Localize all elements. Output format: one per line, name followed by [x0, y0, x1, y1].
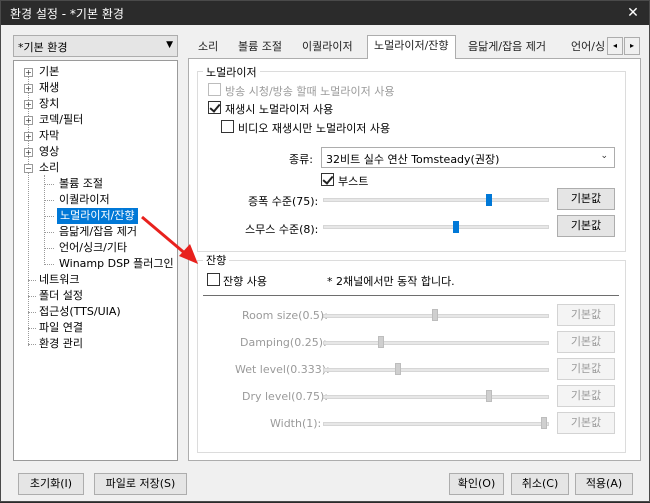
smooth-level-label: 스무스 수준(8): [245, 223, 319, 236]
title-bar: 환경 설정 - *기본 환경 ✕ [1, 1, 649, 25]
width-thumb[interactable] [541, 417, 547, 429]
reverb-use-label: 잔향 사용 [223, 275, 267, 288]
reset-button[interactable]: 초기화(I) [18, 473, 84, 495]
amp-default-button[interactable]: 기본값 [557, 188, 615, 210]
smooth-level-slider[interactable] [323, 225, 549, 229]
close-icon[interactable]: ✕ [623, 3, 643, 23]
amp-level-thumb[interactable] [486, 194, 492, 206]
tab-normalizer[interactable]: 노멀라이저/잔향 [367, 35, 456, 59]
tree-guide-line [28, 72, 29, 346]
broadcast-normalizer-label: 방송 시청/방송 할때 노멀라이저 사용 [225, 85, 395, 98]
expand-icon[interactable]: + [24, 148, 33, 157]
reverb-checkbox[interactable] [207, 273, 220, 286]
reverb-group-title: 잔향 [203, 252, 230, 268]
profile-dropdown[interactable]: *기본 환경 ▼ [13, 35, 178, 57]
boost-checkbox[interactable] [321, 173, 334, 186]
width-default-button[interactable]: 기본값 [557, 412, 615, 434]
tab-strip: 소리 볼륨 조절 이퀄라이저 노멀라이저/잔향 음닮게/잡음 제거 언어/싱 ◂… [188, 35, 641, 59]
room-size-thumb[interactable] [432, 309, 438, 321]
expand-icon[interactable]: + [24, 132, 33, 141]
profile-dropdown-value: *기본 환경 [18, 41, 68, 54]
save-to-file-button[interactable]: 파일로 저장(S) [94, 473, 187, 495]
dry-level-label: Dry level(0.75): [242, 390, 328, 403]
expand-icon[interactable]: + [24, 116, 33, 125]
expand-icon[interactable]: + [24, 84, 33, 93]
tab-equalizer[interactable]: 이퀄라이저 [296, 37, 359, 58]
play-normalizer-label: 재생시 노멀라이저 사용 [225, 103, 334, 116]
tab-scroll-left-icon[interactable]: ◂ [607, 37, 623, 55]
tab-panel: 노멀라이저 방송 시청/방송 할때 노멀라이저 사용 재생시 노멀라이저 사용 … [188, 58, 641, 461]
tab-sound[interactable]: 소리 [192, 37, 224, 58]
normalizer-type-dropdown[interactable]: 32비트 실수 연산 Tomsteady(권장) ⌄ [321, 147, 615, 168]
width-label: Width(1): [270, 417, 322, 430]
cancel-button[interactable]: 취소(C) [511, 473, 569, 495]
width-slider[interactable] [323, 422, 549, 426]
wet-level-slider[interactable] [323, 368, 549, 372]
damping-default-button[interactable]: 기본값 [557, 331, 615, 353]
normalizer-group-title: 노멀라이저 [203, 64, 260, 80]
reverb-note: * 2채널에서만 동작 합니다. [327, 275, 455, 288]
tree-guide-line [44, 175, 45, 263]
window-title: 환경 설정 - *기본 환경 [10, 7, 124, 21]
damping-label: Damping(0.25): [240, 336, 327, 349]
wet-level-default-button[interactable]: 기본값 [557, 358, 615, 380]
room-size-label: Room size(0.5): [242, 309, 328, 322]
damping-thumb[interactable] [378, 336, 384, 348]
expand-icon[interactable]: + [24, 68, 33, 77]
dry-level-slider[interactable] [323, 395, 549, 399]
damping-slider[interactable] [323, 341, 549, 345]
video-only-checkbox[interactable] [221, 120, 234, 133]
wet-level-label: Wet level(0.333): [235, 363, 330, 376]
tab-voice[interactable]: 음닮게/잡음 제거 [462, 37, 552, 58]
tab-volume[interactable]: 볼륨 조절 [232, 37, 288, 58]
dry-level-thumb[interactable] [486, 390, 492, 402]
wet-level-thumb[interactable] [395, 363, 401, 375]
room-size-default-button[interactable]: 기본값 [557, 304, 615, 326]
reverb-divider [203, 295, 619, 296]
chevron-down-icon: ⌄ [600, 151, 608, 161]
smooth-default-button[interactable]: 기본값 [557, 215, 615, 237]
type-label: 종류: [289, 153, 313, 166]
play-normalizer-checkbox[interactable] [208, 101, 221, 114]
amp-level-label: 증폭 수준(75): [248, 195, 319, 208]
chevron-down-icon: ▼ [166, 40, 173, 50]
amp-level-slider[interactable] [323, 198, 549, 202]
tab-scroll-right-icon[interactable]: ▸ [624, 37, 640, 55]
boost-label: 부스트 [338, 175, 369, 188]
dry-level-default-button[interactable]: 기본값 [557, 385, 615, 407]
normalizer-type-value: 32비트 실수 연산 Tomsteady(권장) [326, 153, 500, 166]
broadcast-normalizer-checkbox[interactable] [208, 83, 221, 96]
video-only-label: 비디오 재생시만 노멀라이저 사용 [238, 122, 391, 135]
ok-button[interactable]: 확인(O) [449, 473, 504, 495]
apply-button[interactable]: 적용(A) [575, 473, 633, 495]
collapse-icon[interactable]: − [24, 164, 33, 173]
expand-icon[interactable]: + [24, 100, 33, 109]
smooth-level-thumb[interactable] [453, 221, 459, 233]
footer-bar: 초기화(I) 파일로 저장(S) 확인(O) 취소(C) 적용(A) [1, 467, 649, 501]
settings-tree: + 기본 + 재생 + 장치 + 코덱/필터 + 자막 + 영상 − 소리 볼륨… [13, 60, 178, 461]
settings-window: 환경 설정 - *기본 환경 ✕ *기본 환경 ▼ + 기본 + 재생 + 장치… [0, 0, 650, 502]
